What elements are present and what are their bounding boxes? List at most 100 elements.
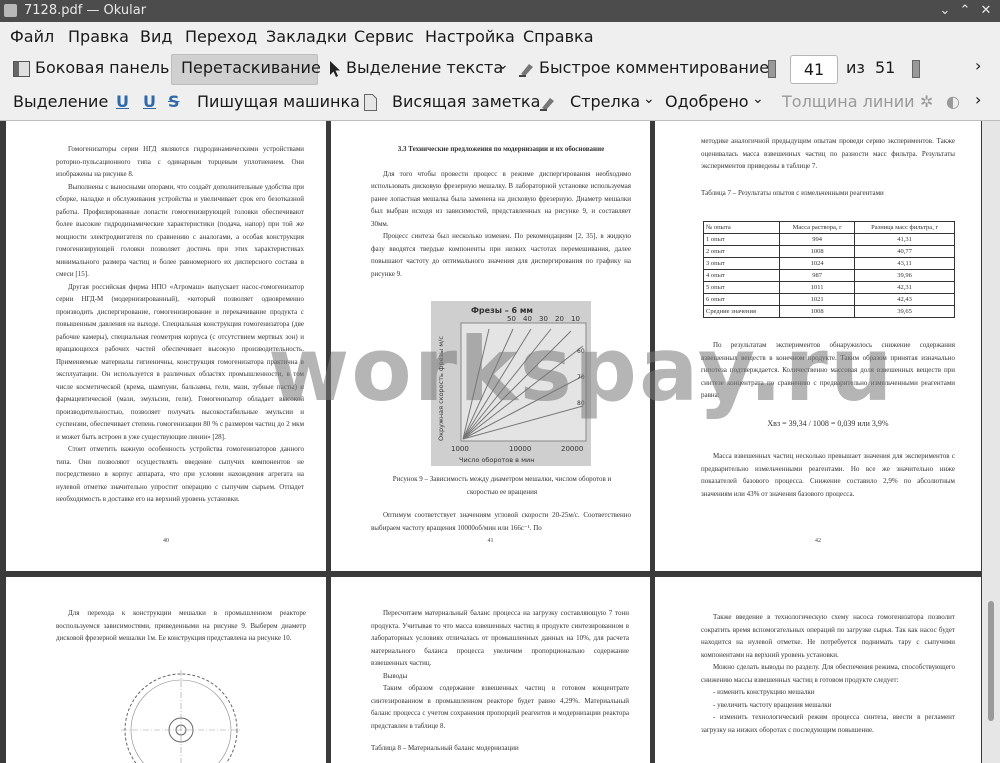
- overflow-chevron-icon[interactable]: ›: [975, 90, 981, 109]
- page-text: Оптимум соответствует значениям угловой …: [371, 511, 631, 532]
- table-cell: 1008: [779, 245, 856, 258]
- table-cell: 3 опыт: [702, 257, 781, 270]
- table-header: Разница масс фильтра, г: [854, 221, 955, 234]
- page-text: Процесс синтеза был несколько изменен. П…: [371, 232, 631, 278]
- table-cell: 43,11: [854, 257, 955, 270]
- menu-edit[interactable]: Правка: [68, 27, 129, 46]
- pdf-page-45: Также введение в технологическую схему н…: [655, 577, 981, 763]
- highlighter-icon: [519, 64, 533, 77]
- table-cell: 5 опыт: [702, 281, 781, 294]
- page-text: Таким образом содержание взвешенных част…: [371, 684, 629, 730]
- document-view[interactable]: Гомогенизаторы серии НГД являются гидрод…: [0, 121, 1000, 763]
- scrollbar-thumb[interactable]: [988, 601, 994, 721]
- figure-caption: Рисунок 9 – Зависимость между диаметром …: [392, 475, 612, 496]
- table-cell: 4 опыт: [702, 269, 781, 282]
- table-header: № опыта: [702, 221, 781, 234]
- note-icon: [364, 94, 377, 111]
- page-text: Другая российская фирма НПО «Агромаш» вы…: [56, 282, 304, 441]
- stamp-button[interactable]: Одобрено: [665, 92, 749, 111]
- page-text: Выполнены с выносными опорами, что созда…: [56, 182, 304, 279]
- underline-icon[interactable]: U: [116, 92, 129, 111]
- squiggle-icon[interactable]: U: [143, 92, 156, 111]
- highlight-tool-button[interactable]: Выделение: [13, 92, 108, 111]
- x-axis-label: Число оборотов в мин: [459, 456, 534, 464]
- pdf-page-43: Для перехода к конструкции мешалки в про…: [6, 577, 326, 763]
- arrow-button[interactable]: Стрелка: [570, 92, 640, 111]
- page-number: 42: [815, 537, 821, 544]
- menu-file[interactable]: Файл: [10, 27, 54, 46]
- table-cell: 987: [779, 269, 856, 282]
- axis-tick: 10000: [509, 445, 531, 453]
- page-up-icon[interactable]: [768, 60, 776, 78]
- table-cell: 39,65: [854, 305, 955, 318]
- table-cell: 1008: [779, 305, 856, 318]
- page-text: - изменить конструкцию мешалки: [713, 688, 815, 696]
- axis-tick: 1000: [451, 445, 469, 453]
- table-cell: 41,31: [854, 233, 955, 246]
- maximize-icon[interactable]: ⌃: [956, 2, 974, 20]
- table-header: Масса раствора, г: [779, 221, 856, 234]
- page-number: 41: [487, 537, 494, 544]
- sidebar-button[interactable]: Боковая панель: [35, 58, 169, 77]
- page-text: - изменить технологический режим процесс…: [701, 713, 955, 734]
- page-text: методике аналогичной предыдущим опытам п…: [701, 137, 955, 170]
- table-title: Таблица 8 – Материальный баланс модерниз…: [371, 744, 519, 752]
- page-number: 40: [163, 537, 169, 544]
- menu-tools[interactable]: Сервис: [354, 27, 414, 46]
- sidebar-icon: [13, 61, 30, 77]
- table-cell: 42,43: [854, 293, 955, 306]
- page-text: Для того чтобы провести процесс в режиме…: [371, 169, 631, 228]
- menu-help[interactable]: Справка: [523, 27, 594, 46]
- table-cell: Средние значения: [702, 305, 781, 318]
- overflow-chevron-icon[interactable]: ›: [975, 56, 981, 75]
- page-text: Для перехода к конструкции мешалки в про…: [56, 609, 306, 642]
- page-down-icon[interactable]: [912, 60, 920, 78]
- chevron-down-icon[interactable]: ⌄: [497, 57, 509, 73]
- section-heading: 3.3 Технические предложения по модерниза…: [397, 145, 605, 153]
- app-icon: [4, 4, 17, 17]
- menu-go[interactable]: Переход: [185, 27, 257, 46]
- page-text: Стоит отметить важную особенность устрой…: [56, 445, 304, 503]
- table-cell: 1 опыт: [702, 233, 781, 246]
- page-text: Также введение в технологическую схему н…: [701, 613, 955, 659]
- axis-tick: 20000: [561, 445, 583, 453]
- chevron-down-icon[interactable]: ⌄: [752, 91, 764, 107]
- text-select-button[interactable]: Выделение текста: [346, 58, 503, 77]
- table-cell: 42,31: [854, 281, 955, 294]
- line-width-button[interactable]: Толщина линии: [782, 92, 915, 111]
- minimize-icon[interactable]: ⌄: [936, 2, 954, 20]
- arrow-tool-icon: [540, 98, 554, 111]
- table-cell: 1011: [779, 281, 856, 294]
- pdf-page-44: Пересчитаем материальный баланс процесса…: [331, 577, 650, 763]
- table-cell: 1024: [779, 257, 856, 270]
- table-cell: 6 опыт: [702, 293, 781, 306]
- figure-title: Фрезы – 6 мм: [471, 306, 533, 315]
- page-text: Масса взвешенных частиц несколько превыш…: [701, 452, 955, 498]
- table-cell: 40,77: [854, 245, 955, 258]
- page-number-input[interactable]: 41: [790, 55, 838, 84]
- color-icon[interactable]: ✲: [920, 92, 933, 111]
- sticky-note-button[interactable]: Висящая заметка: [392, 92, 540, 111]
- menu-bar: Файл Правка Вид Переход Закладки Сервис …: [0, 22, 1000, 52]
- close-icon[interactable]: ✕: [977, 2, 995, 20]
- page-total: 51: [875, 58, 896, 77]
- page-text: - увеличить частоту вращения мешалки: [713, 700, 832, 709]
- quick-annotations-button[interactable]: Быстрое комментирование: [539, 58, 769, 77]
- page-text: Выводы: [383, 671, 408, 680]
- page-text: Пересчитаем материальный баланс процесса…: [371, 609, 629, 667]
- opacity-icon[interactable]: ◐: [946, 92, 960, 111]
- chevron-down-icon[interactable]: ⌄: [643, 91, 655, 107]
- results-table: № опыта Масса раствора, г Разница масс ф…: [702, 221, 955, 318]
- menu-settings[interactable]: Настройка: [425, 27, 515, 46]
- table-title: Таблица 7 – Результаты опытов с измельче…: [701, 188, 884, 197]
- table-cell: 39,96: [854, 269, 955, 282]
- typewriter-button[interactable]: Пишущая машинка: [197, 92, 360, 111]
- strikeout-icon[interactable]: S: [168, 92, 180, 111]
- watermark: workspay.ru: [268, 318, 895, 421]
- menu-view[interactable]: Вид: [140, 27, 172, 46]
- page-text: Гомогенизаторы серии НГД являются гидрод…: [56, 145, 304, 178]
- vertical-scrollbar[interactable]: [982, 121, 1000, 763]
- menu-bookmarks[interactable]: Закладки: [266, 27, 347, 46]
- mixer-disk-drawing: [121, 670, 241, 763]
- page-of-label: из: [846, 58, 865, 77]
